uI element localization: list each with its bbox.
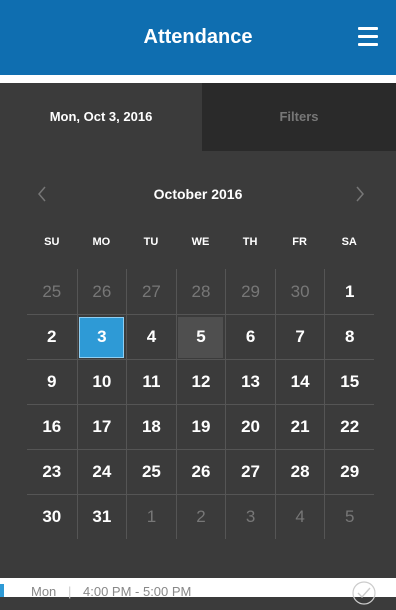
calendar-day[interactable]: 21 xyxy=(274,404,325,449)
tab-bar: Mon, Oct 3, 2016 Filters xyxy=(0,83,396,151)
weekday-label: TU xyxy=(143,236,159,248)
calendar-day[interactable]: 16 xyxy=(27,404,77,449)
calendar-day[interactable]: 3 xyxy=(76,314,127,359)
calendar-day[interactable]: 7 xyxy=(274,314,325,359)
calendar-day[interactable]: 4 xyxy=(126,314,176,359)
calendar-day[interactable]: 25 xyxy=(126,449,176,494)
calendar-day[interactable]: 11 xyxy=(126,359,176,404)
calendar-day[interactable]: 23 xyxy=(27,449,77,494)
month-title: October 2016 xyxy=(153,186,243,202)
calendar-day[interactable]: 13 xyxy=(225,359,275,404)
selected-day-highlight: 3 xyxy=(79,316,125,358)
calendar-day[interactable]: 20 xyxy=(225,404,275,449)
attendance-entry[interactable]: Mon | 4:00 PM - 5:00 PM xyxy=(0,578,396,605)
calendar-day[interactable]: 28 xyxy=(175,269,226,314)
weekday-label: MO xyxy=(92,236,111,248)
calendar-day[interactable]: 26 xyxy=(76,269,127,314)
calendar-day[interactable]: 30 xyxy=(274,269,325,314)
weekday-label: TH xyxy=(242,236,258,248)
tab-date[interactable]: Mon, Oct 3, 2016 xyxy=(0,83,202,151)
calendar-day[interactable]: 14 xyxy=(274,359,325,404)
calendar-day[interactable]: 28 xyxy=(274,449,325,494)
hamburger-menu-icon[interactable] xyxy=(358,26,378,46)
calendar-day[interactable]: 10 xyxy=(76,359,127,404)
calendar-day[interactable]: 17 xyxy=(76,404,127,449)
calendar-day[interactable]: 2 xyxy=(175,494,226,539)
weekday-label: FR xyxy=(292,236,307,248)
calendar-day[interactable]: 15 xyxy=(324,359,374,404)
weekday-label: WE xyxy=(191,236,210,248)
calendar-day[interactable]: 1 xyxy=(324,269,374,314)
calendar-grid: 25 26 27 28 29 30 1 2 3 4 5 6 7 8 9 10 11 12 13 14 15 16 17 18 1… xyxy=(27,269,374,539)
calendar-day[interactable]: 5 xyxy=(324,494,374,539)
calendar-day[interactable]: 22 xyxy=(324,404,374,449)
calendar-day[interactable]: 2 xyxy=(27,314,77,359)
calendar-day[interactable]: 27 xyxy=(225,449,275,494)
weekday-header: SU MO TU WE TH FR SA xyxy=(27,236,374,252)
today-highlight: 5 xyxy=(178,316,224,358)
weekday-label: SA xyxy=(341,236,357,248)
calendar-day[interactable]: 19 xyxy=(175,404,226,449)
calendar-day[interactable]: 8 xyxy=(324,314,374,359)
check-circle-icon[interactable] xyxy=(352,581,376,605)
calendar-day[interactable]: 24 xyxy=(76,449,127,494)
header-divider xyxy=(0,75,396,83)
calendar-nav: October 2016 xyxy=(0,180,396,208)
calendar-day[interactable]: 26 xyxy=(175,449,226,494)
calendar-day[interactable]: 9 xyxy=(27,359,77,404)
calendar-day[interactable]: 18 xyxy=(126,404,176,449)
calendar-day[interactable]: 3 xyxy=(225,494,275,539)
calendar-day[interactable]: 29 xyxy=(225,269,275,314)
calendar-day[interactable]: 6 xyxy=(225,314,275,359)
tab-filters[interactable]: Filters xyxy=(202,83,396,151)
calendar-day[interactable]: 4 xyxy=(274,494,325,539)
calendar-day[interactable]: 29 xyxy=(324,449,374,494)
chevron-right-icon[interactable] xyxy=(350,182,370,206)
entry-accent-bar xyxy=(0,584,4,597)
app-header: Attendance xyxy=(0,0,396,75)
calendar-day[interactable]: 30 xyxy=(27,494,77,539)
calendar-day[interactable]: 5 xyxy=(175,314,226,359)
calendar-day[interactable]: 25 xyxy=(27,269,77,314)
calendar-day[interactable]: 12 xyxy=(175,359,226,404)
calendar-day[interactable]: 1 xyxy=(126,494,176,539)
calendar-day[interactable]: 27 xyxy=(126,269,176,314)
page-title: Attendance xyxy=(143,26,253,48)
calendar-day[interactable]: 31 xyxy=(76,494,127,539)
weekday-label: SU xyxy=(44,236,60,248)
